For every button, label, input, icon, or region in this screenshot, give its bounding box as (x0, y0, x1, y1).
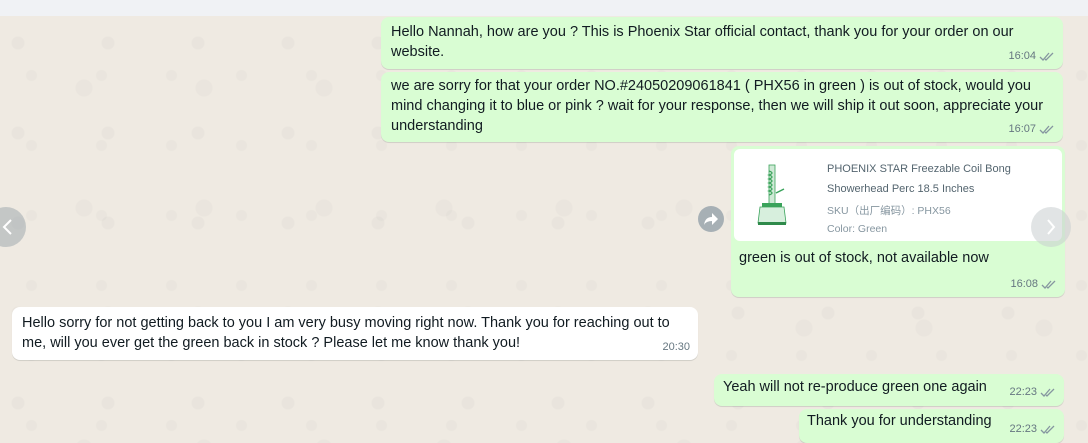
message-time: 22:23 (1009, 386, 1037, 398)
message-time: 16:07 (1008, 123, 1036, 135)
message-meta: 16:08 (1010, 274, 1057, 294)
message-bubble-incoming[interactable]: Hello sorry for not getting back to you … (12, 307, 698, 360)
chevron-right-icon (1047, 219, 1056, 235)
message-bubble-product[interactable]: PHOENIX STAR Freezable Coil Bong Showerh… (731, 146, 1065, 297)
double-check-icon (1040, 425, 1055, 434)
message-time: 20:30 (662, 341, 690, 353)
product-color: Color: Green (827, 223, 888, 235)
message-time: 16:08 (1010, 278, 1038, 290)
message-bubble-outgoing[interactable]: we are sorry for that your order NO.#240… (381, 72, 1063, 142)
product-card[interactable]: PHOENIX STAR Freezable Coil Bong Showerh… (734, 149, 1062, 241)
double-check-icon (1039, 125, 1054, 134)
product-title: PHOENIX STAR Freezable Coil Bong Showerh… (827, 163, 1011, 195)
message-bubble-outgoing[interactable]: Yeah will not re-produce green one again… (714, 374, 1064, 406)
message-meta: 16:07 (1008, 119, 1055, 139)
message-meta: 16:04 (1008, 46, 1055, 66)
double-check-icon (1039, 52, 1054, 61)
top-bar (0, 0, 1088, 16)
chevron-left-icon (2, 219, 12, 235)
message-time: 16:04 (1008, 50, 1036, 62)
message-meta: 22:23 (1009, 419, 1056, 439)
message-meta: 20:30 (662, 337, 690, 357)
message-bubble-outgoing[interactable]: Thank you for understanding 22:23 (799, 409, 1064, 443)
message-bubble-outgoing[interactable]: Hello Nannah, how are you ? This is Phoe… (381, 17, 1063, 69)
product-sku: SKU（出厂编码）: PHX56 (827, 205, 951, 217)
double-check-icon (1040, 388, 1055, 397)
message-time: 22:23 (1009, 423, 1037, 435)
message-meta: 22:23 (1009, 382, 1056, 402)
message-text: Yeah will not re-produce green one again (723, 379, 987, 395)
message-text: we are sorry for that your order NO.#240… (391, 78, 1044, 134)
message-text: Hello Nannah, how are you ? This is Phoe… (391, 24, 1014, 60)
forward-icon (704, 213, 718, 225)
previous-button[interactable] (0, 207, 26, 247)
message-text: green is out of stock, not available now (739, 250, 989, 266)
product-thumbnail (757, 164, 787, 225)
next-button[interactable] (1031, 207, 1071, 247)
double-check-icon (1041, 280, 1056, 289)
message-text: Hello sorry for not getting back to you … (22, 315, 670, 351)
forward-button[interactable] (698, 206, 724, 232)
